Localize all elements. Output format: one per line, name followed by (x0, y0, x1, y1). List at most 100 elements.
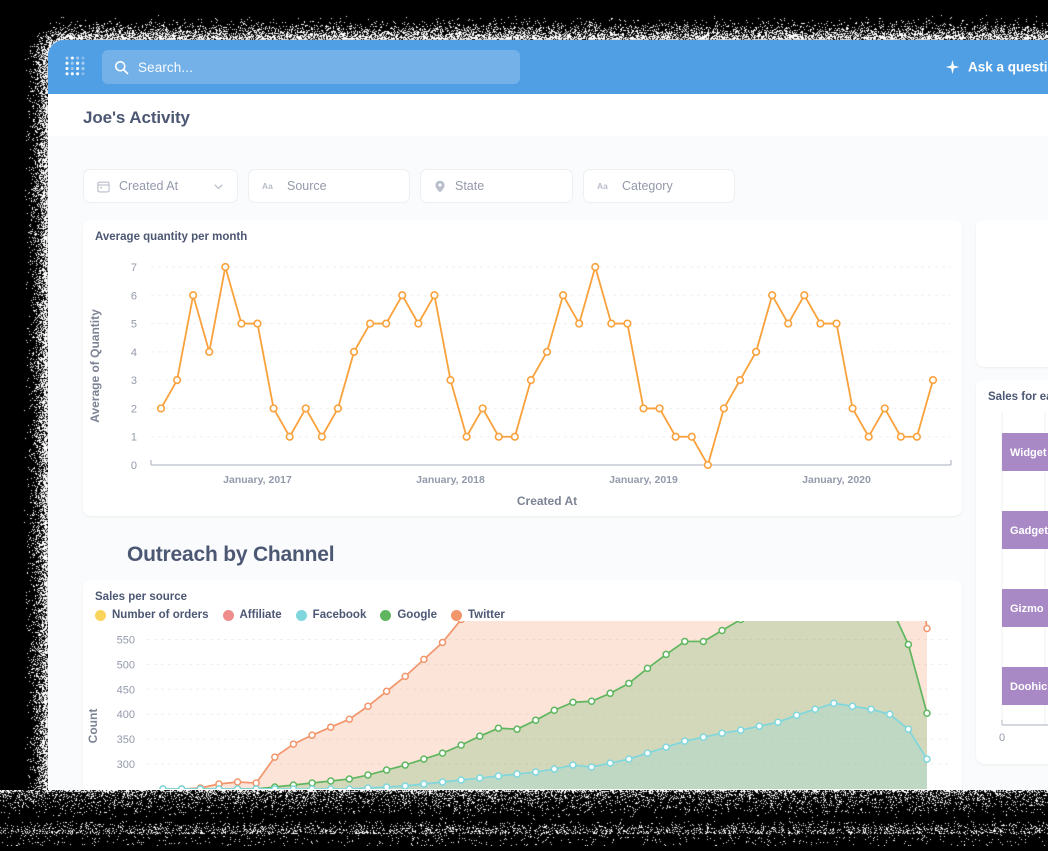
location-pin-icon (434, 180, 446, 193)
filter-source[interactable]: Aa Source (248, 169, 410, 203)
y-axis-tick: 3 (131, 375, 137, 387)
y-axis-tick: 1 (131, 432, 137, 444)
filter-state[interactable]: State (420, 169, 573, 203)
area-data-point (215, 785, 223, 790)
area-data-point (438, 638, 447, 647)
filter-category-label: Category (622, 179, 673, 193)
x-axis-tick: 0 (999, 732, 1005, 744)
area-data-point (494, 772, 503, 780)
x-axis-tick: January, 2020 (802, 474, 871, 486)
area-data-point (643, 749, 652, 757)
area-data-point (308, 731, 316, 739)
area-data-point (643, 664, 652, 673)
filter-category[interactable]: Aa Category (583, 169, 735, 203)
area-data-point (364, 784, 372, 790)
y-axis-tick: 0 (131, 460, 137, 472)
area-data-point (494, 724, 503, 732)
filter-state-label: State (455, 179, 485, 193)
search-icon (114, 60, 129, 75)
area-data-point (252, 785, 260, 790)
area-data-point (830, 699, 838, 708)
legend-item-affiliate[interactable]: Affiliate (222, 609, 282, 621)
svg-text:Aa: Aa (262, 181, 273, 191)
card-blank-upper[interactable]: | (976, 220, 1048, 367)
area-data-point (587, 763, 596, 771)
y-axis-tick: 500 (117, 659, 135, 671)
area-data-point (420, 755, 428, 763)
y-axis-tick: 400 (117, 709, 135, 721)
line-data-point (285, 432, 294, 441)
area-data-point (401, 782, 409, 790)
legend-dot-twitter (450, 609, 462, 621)
legend-item-facebook[interactable]: Facebook (295, 609, 366, 621)
area-data-point (681, 637, 689, 646)
area-data-point (625, 755, 633, 763)
y-axis-tick: 300 (117, 759, 135, 771)
ask-a-question-button[interactable]: Ask a question (945, 60, 1048, 75)
y-axis-tick: 5 (131, 319, 137, 331)
card-sales-for-each-category[interactable]: Sales for each Widget Gadget Gizmo Doohicke… (976, 380, 1048, 764)
legend-item-twitter[interactable]: Twitter (450, 609, 505, 621)
area-data-point (923, 624, 931, 633)
section-heading-outreach: Outreach by Channel (127, 543, 335, 566)
area-data-point (420, 780, 428, 788)
dashboard-body: Created At Aa Source State Aa Category A… (48, 136, 1048, 790)
area-data-point (159, 785, 167, 790)
x-axis-title: Created At (517, 494, 577, 508)
legend-label-affiliate: Affiliate (239, 609, 282, 621)
area-data-point (904, 640, 913, 649)
line-data-point (478, 404, 487, 413)
area-data-point (569, 761, 577, 769)
card-average-quantity[interactable]: Average quantity per month Average of Qu… (83, 220, 962, 516)
area-data-point (923, 755, 931, 763)
line-data-point (542, 347, 552, 356)
area-data-point (364, 771, 372, 779)
line-data-point (864, 432, 873, 441)
area-data-point (401, 761, 409, 769)
area-data-point (252, 779, 260, 787)
area-data-point (476, 774, 484, 782)
area-data-point (271, 753, 279, 761)
area-data-point (345, 775, 354, 783)
line-data-point (156, 404, 166, 413)
line-data-point (414, 319, 423, 328)
area-data-point (625, 679, 633, 688)
area-chart[interactable]: Count 300 350 400 450 500 550 (83, 580, 959, 790)
chevron-down-icon[interactable] (187, 181, 224, 192)
legend-dot-google (380, 609, 392, 621)
line-chart[interactable]: Average of Quantity 0 1 2 3 4 5 6 7 January, 2017… (83, 243, 959, 511)
card-sales-per-source[interactable]: Sales per source Number of orders Affili… (83, 580, 962, 790)
sparkle-icon (945, 60, 960, 75)
area-data-point (606, 759, 614, 767)
line-data-point (221, 262, 230, 272)
line-data-point (751, 347, 761, 356)
search-input[interactable]: Search... (102, 50, 520, 84)
area-data-point (364, 702, 372, 711)
area-data-point (345, 785, 354, 790)
y-axis-title: Average of Quantity (88, 309, 102, 423)
line-data-point (607, 319, 616, 328)
filter-created-at[interactable]: Created At (83, 169, 238, 203)
text-aa-icon: Aa (597, 180, 613, 192)
legend-item-google[interactable]: Google (380, 609, 437, 621)
area-data-point (699, 637, 708, 646)
y-axis-tick: 450 (117, 684, 135, 696)
bar-chart[interactable]: Widget Gadget Gizmo Doohickey 0 (976, 403, 1048, 759)
area-data-point (885, 710, 894, 718)
x-axis-tick: January, 2018 (416, 474, 485, 486)
bar-category-label: Gizmo (1010, 603, 1044, 615)
legend-label-twitter: Twitter (467, 609, 505, 621)
line-data-point (816, 319, 825, 328)
line-data-point (510, 432, 519, 441)
legend-item-number-of-orders[interactable]: Number of orders (95, 609, 209, 621)
metabase-logo-icon[interactable] (62, 54, 88, 80)
area-data-point (513, 770, 521, 778)
area-data-point (308, 785, 316, 790)
legend-dot-facebook (295, 609, 307, 621)
line-data-point (269, 404, 278, 413)
area-data-point (177, 785, 186, 790)
line-data-point (205, 347, 214, 356)
area-data-point (699, 733, 708, 741)
area-data-point (587, 697, 596, 706)
area-data-point (438, 749, 447, 757)
